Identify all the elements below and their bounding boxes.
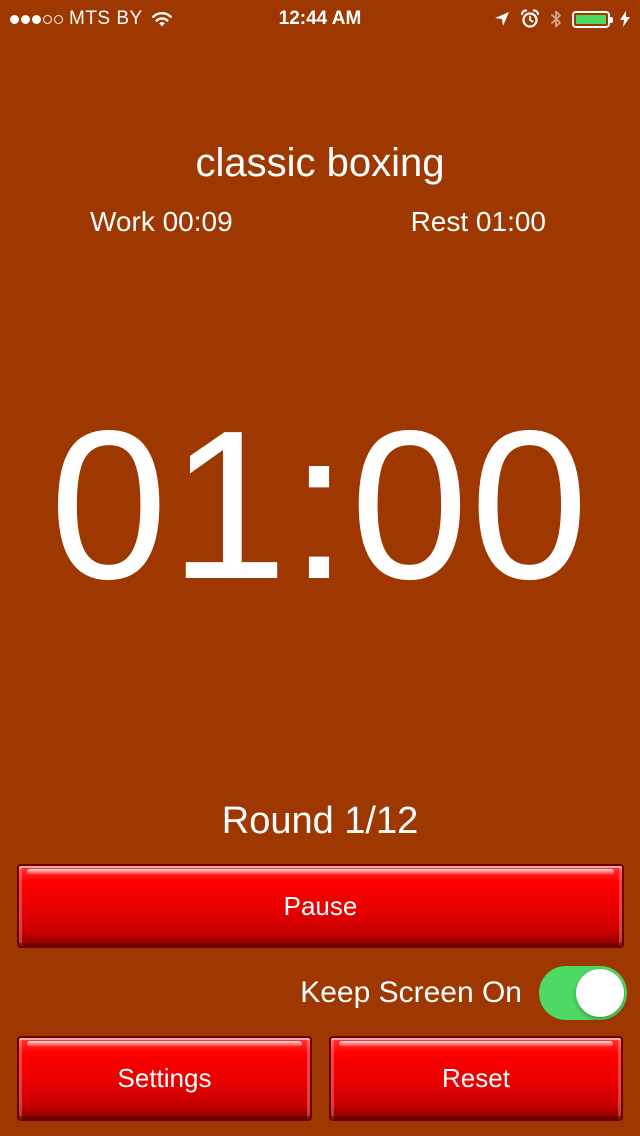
battery-fill (576, 14, 606, 24)
alarm-icon (520, 9, 540, 29)
keep-screen-on-toggle[interactable] (539, 966, 627, 1020)
rest-duration-label: Rest 01:00 (410, 206, 546, 237)
work-duration-label: Work 00:09 (90, 206, 233, 237)
settings-button[interactable]: Settings (17, 1036, 312, 1121)
reset-button-label: Reset (442, 1063, 510, 1093)
battery-cap (610, 16, 613, 23)
battery-icon (572, 10, 613, 28)
location-arrow-icon (494, 11, 510, 27)
reset-button[interactable]: Reset (329, 1036, 623, 1121)
pause-button[interactable]: Pause (17, 864, 624, 948)
keep-screen-on-label: Keep Screen On (300, 976, 522, 1009)
charging-bolt-icon (620, 11, 630, 27)
status-right (494, 8, 630, 30)
pause-button-label: Pause (283, 890, 358, 921)
bluetooth-icon (550, 9, 562, 29)
toggle-knob (576, 969, 624, 1017)
status-bar: MTS BY 12:44 AM (0, 0, 640, 40)
settings-button-label: Settings (117, 1063, 212, 1093)
round-counter: Round 1/12 (221, 800, 419, 842)
countdown-timer: 01:00 (49, 386, 591, 623)
preset-title: classic boxing (195, 141, 445, 185)
